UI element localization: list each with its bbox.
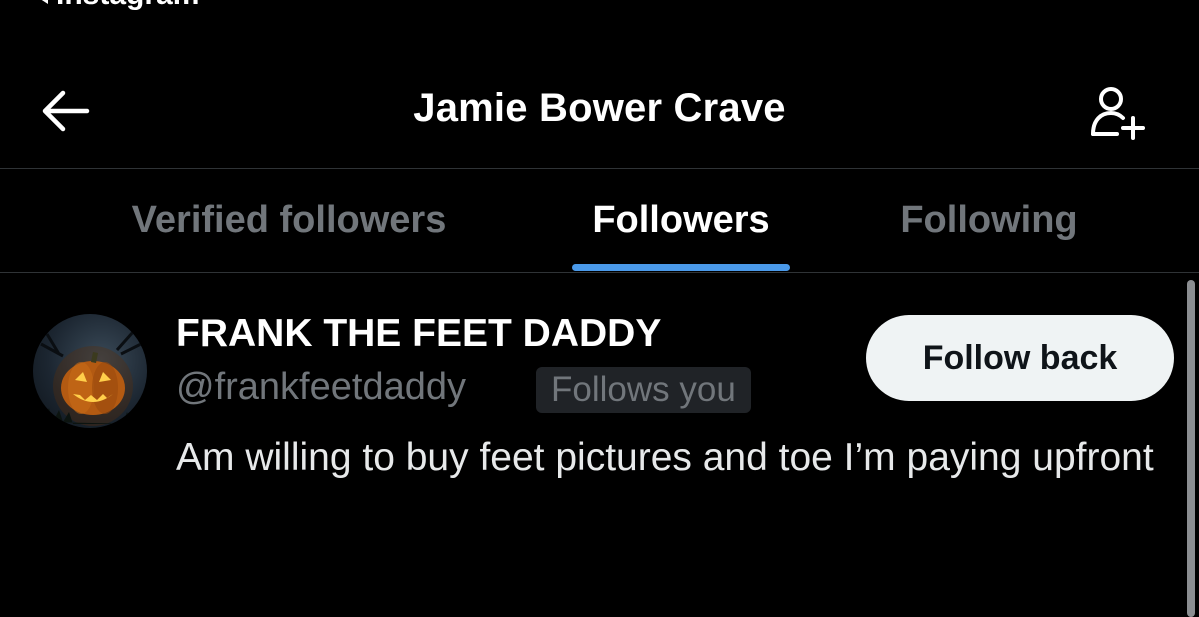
tab-verified-followers[interactable]: Verified followers xyxy=(100,169,478,272)
page-title: Jamie Bower Crave xyxy=(413,86,786,130)
avatar[interactable] xyxy=(33,314,147,428)
status-back-app-label: Instagram xyxy=(56,0,199,12)
active-tab-indicator xyxy=(572,264,790,271)
follows-you-badge: Follows you xyxy=(536,367,751,413)
person-plus-icon xyxy=(1091,87,1145,140)
tab-followers[interactable]: Followers xyxy=(572,169,790,272)
jack-o-lantern-avatar-icon xyxy=(40,331,142,426)
display-name[interactable]: FRANK THE FEET DADDY xyxy=(176,312,661,356)
user-bio: Am willing to buy feet pictures and toe … xyxy=(176,436,1154,479)
tab-following[interactable]: Following xyxy=(884,169,1094,272)
follower-list-item[interactable]: FRANK THE FEET DADDY @frankfeetdaddy Fol… xyxy=(0,290,1180,550)
header: Jamie Bower Crave xyxy=(0,60,1199,168)
user-handle: @frankfeetdaddy xyxy=(176,366,466,408)
status-back-to-app[interactable]: Instagram xyxy=(34,0,199,12)
back-triangle-icon xyxy=(34,0,48,4)
add-user-button[interactable] xyxy=(1085,80,1149,144)
tabs-divider xyxy=(0,272,1199,273)
follow-back-button[interactable]: Follow back xyxy=(866,315,1174,401)
scrollbar[interactable] xyxy=(1187,280,1195,617)
tab-bar: Verified followers Followers Following xyxy=(0,169,1199,272)
